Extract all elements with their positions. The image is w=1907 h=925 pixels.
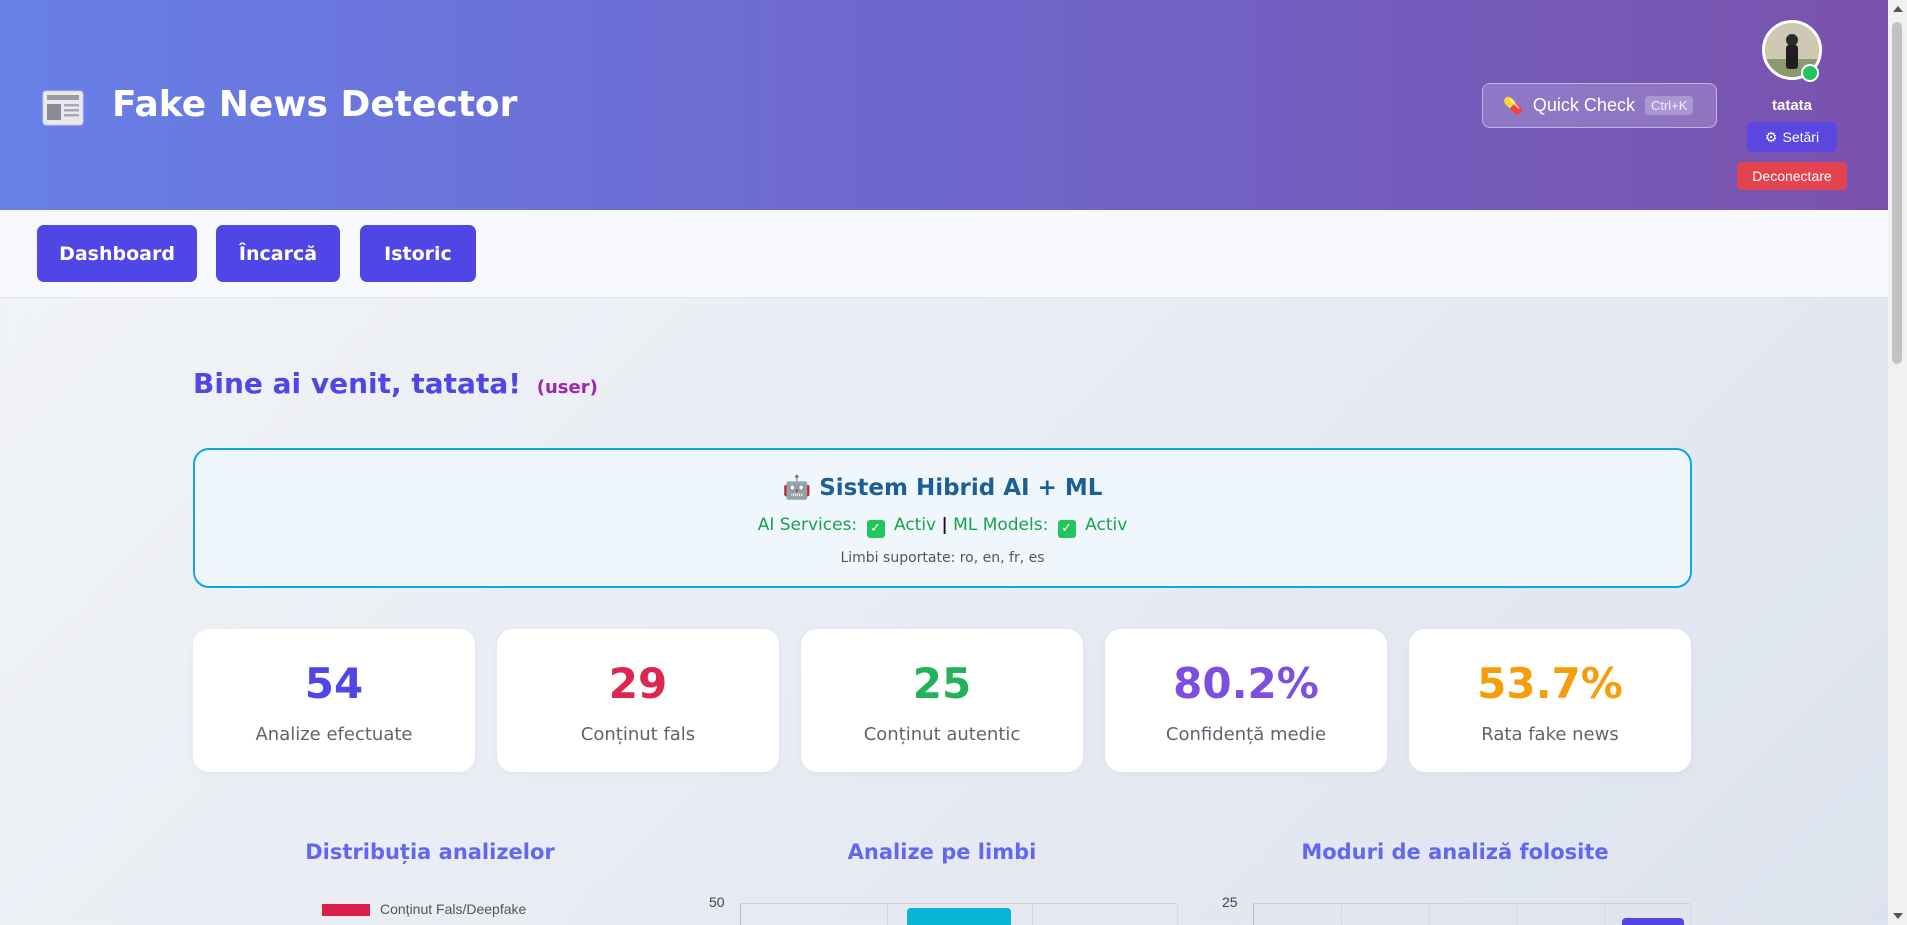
settings-button[interactable]: ⚙ Setări	[1747, 122, 1837, 152]
chart-bar[interactable]	[907, 908, 1011, 925]
stat-card-authentic-content: 25 Conținut autentic	[801, 629, 1083, 772]
languages-chart-title: Analize pe limbi	[847, 840, 1037, 864]
online-status-indicator	[1801, 64, 1819, 82]
stat-value: 54	[304, 659, 364, 708]
supported-languages: Limbi suportate: ro, en, fr, es	[840, 550, 1045, 566]
stat-label: Conținut autentic	[863, 724, 1021, 745]
stat-card-total-analyses: 54 Analize efectuate	[193, 629, 475, 772]
welcome-text: Bine ai venit, tatata!	[193, 367, 522, 400]
status-separator: |	[941, 515, 948, 535]
robot-icon: 🤖	[782, 475, 812, 501]
scroll-up-arrow[interactable]	[1893, 6, 1903, 12]
stat-label: Conținut fals	[580, 724, 696, 745]
username-label: tatata	[1771, 97, 1812, 114]
ai-system-status: AI Services: ✓ Activ | ML Models: ✓ Acti…	[195, 515, 1690, 538]
distribution-chart-title: Distribuția analizelor	[305, 840, 555, 864]
grid-line	[1177, 904, 1178, 925]
app-header: Fake News Detector 💊 Quick Check Ctrl+K …	[0, 0, 1888, 210]
checkmark-icon: ✓	[1057, 520, 1076, 538]
ai-services-label: AI Services:	[757, 515, 858, 535]
analysis-modes-chart-title: Moduri de analiză folosite	[1301, 840, 1609, 864]
chart-bar[interactable]	[1622, 918, 1684, 925]
page-scrollbar[interactable]	[1888, 0, 1907, 925]
grid-line	[1032, 904, 1033, 925]
app-title: Fake News Detector	[112, 84, 518, 125]
user-role-badge: (user)	[536, 377, 598, 398]
grid-line	[1341, 904, 1342, 925]
welcome-heading: Bine ai venit, tatata! (user)	[193, 367, 598, 400]
y-axis-tick: 50	[709, 894, 725, 910]
stat-value: 25	[912, 659, 972, 708]
ml-models-status: Activ	[1085, 515, 1128, 535]
nav-history-button[interactable]: Istoric	[360, 225, 476, 282]
stat-label: Rata fake news	[1481, 724, 1619, 745]
stat-card-average-confidence: 80.2% Confidență medie	[1105, 629, 1387, 772]
pill-icon: 💊	[1503, 97, 1523, 115]
languages-chart-plot	[740, 903, 1178, 925]
ai-system-title-text: Sistem Hibrid AI + ML	[819, 475, 1103, 501]
grid-line	[1429, 904, 1430, 925]
newspaper-icon	[42, 90, 84, 126]
quick-check-button[interactable]: 💊 Quick Check Ctrl+K	[1482, 83, 1717, 128]
quick-check-label: Quick Check	[1532, 95, 1635, 115]
grid-line	[1516, 904, 1517, 925]
gear-icon: ⚙	[1764, 128, 1778, 145]
scroll-down-arrow[interactable]	[1893, 913, 1903, 919]
ai-system-title: 🤖 Sistem Hibrid AI + ML	[195, 474, 1690, 501]
stat-value: 53.7%	[1477, 659, 1623, 708]
stat-card-fake-content: 29 Conținut fals	[497, 629, 779, 772]
settings-label: Setări	[1782, 129, 1820, 145]
logout-button[interactable]: Deconectare	[1737, 162, 1847, 190]
ai-system-status-panel: 🤖 Sistem Hibrid AI + ML AI Services: ✓ A…	[193, 448, 1692, 588]
legend-label[interactable]: Conținut Fals/Deepfake	[380, 901, 526, 917]
y-axis-tick: 25	[1222, 894, 1238, 910]
stat-label: Analize efectuate	[255, 724, 413, 745]
grid-line	[1604, 904, 1605, 925]
main-navigation: Dashboard Încarcă Istoric	[0, 210, 1888, 298]
modes-chart-plot	[1253, 903, 1691, 925]
stat-value: 29	[608, 659, 668, 708]
grid-line	[887, 904, 888, 925]
grid-line	[1690, 904, 1691, 925]
ai-services-status: Activ	[893, 515, 937, 535]
nav-dashboard-button[interactable]: Dashboard	[37, 225, 197, 282]
legend-swatch[interactable]	[322, 904, 370, 916]
ml-models-label: ML Models:	[953, 515, 1049, 535]
checkmark-icon: ✓	[866, 520, 885, 538]
scrollbar-thumb[interactable]	[1892, 22, 1902, 364]
nav-upload-button[interactable]: Încarcă	[216, 225, 340, 282]
stat-card-fake-news-rate: 53.7% Rata fake news	[1409, 629, 1691, 772]
stat-value: 80.2%	[1173, 659, 1319, 708]
stat-label: Confidență medie	[1165, 724, 1327, 745]
keyboard-shortcut: Ctrl+K	[1644, 96, 1694, 115]
